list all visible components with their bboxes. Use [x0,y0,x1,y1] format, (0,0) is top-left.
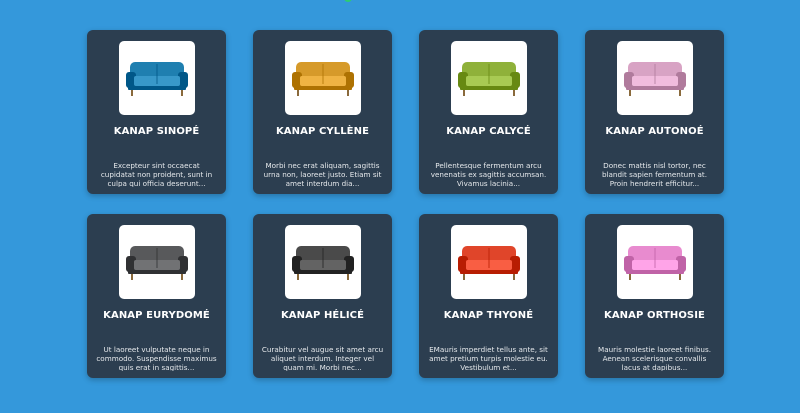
product-image [616,225,693,299]
product-description: Excepteur sint occaecat cupidatat non pr… [100,160,213,187]
page: KANAP SINOPÉ Excepteur sint occaecat cup… [0,0,800,413]
product-card[interactable]: KANAP THYONÉ EMauris imperdiet tellus an… [419,214,558,378]
product-card[interactable]: KANAP AUTONOÉ Donec mattis nisl tortor, … [585,30,724,194]
sofa-part [127,85,186,90]
product-card[interactable]: KANAP EURYDOMÉ Ut laoreet vulputate nequ… [87,214,226,378]
sofa-icon [288,240,358,284]
product-description: Mauris molestie laoreet finibus. Aenean … [598,344,711,371]
product-description: Morbi nec erat aliquam, sagittis urna no… [263,160,382,187]
sofa-icon [454,56,524,100]
product-name: KANAP THYONÉ [443,309,534,321]
sofa-illustration [125,245,188,280]
sofa-part [346,273,349,280]
sofa-part [678,89,681,96]
sofa-part [293,269,352,274]
sofa-part [346,89,349,96]
product-description: EMauris imperdiet tellus ante, sit amet … [429,344,548,371]
sofa-illustration [623,245,686,280]
sofa-illustration [457,61,520,96]
sofa-part [512,89,515,96]
sofa-part [459,269,518,274]
sofa-part [625,269,684,274]
sofa-icon [122,240,192,284]
product-description: Pellentesque fermentum arcu venenatis ex… [430,160,547,187]
sofa-part [512,273,515,280]
product-name: KANAP CALYCÉ [446,125,531,137]
product-card[interactable]: KANAP CYLLÈNE Morbi nec erat aliquam, sa… [253,30,392,194]
product-image [284,225,361,299]
product-image [616,41,693,115]
sofa-part [293,85,352,90]
sofa-part [628,273,631,280]
product-description: Curabitur vel augue sit amet arcu alique… [261,344,384,371]
product-card[interactable]: KANAP ORTHOSIE Mauris molestie laoreet f… [585,214,724,378]
sofa-part [180,89,183,96]
top-indicator [344,0,352,2]
product-image [118,225,195,299]
sofa-illustration [125,61,188,96]
sofa-icon [620,240,690,284]
sofa-illustration [291,245,354,280]
sofa-part [127,269,186,274]
sofa-part [459,85,518,90]
product-name: KANAP AUTONOÉ [605,125,704,137]
product-card[interactable]: KANAP HÉLICÉ Curabitur vel augue sit ame… [253,214,392,378]
product-description: Ut laoreet vulputate neque in commodo. S… [96,344,217,371]
sofa-part [296,273,299,280]
product-image [450,41,527,115]
sofa-icon [620,56,690,100]
sofa-illustration [623,61,686,96]
sofa-part [180,273,183,280]
sofa-icon [288,56,358,100]
sofa-part [130,89,133,96]
product-name: KANAP HÉLICÉ [280,309,365,321]
sofa-illustration [457,245,520,280]
sofa-part [678,273,681,280]
product-name: KANAP CYLLÈNE [275,125,370,137]
product-image [450,225,527,299]
sofa-part [628,89,631,96]
sofa-part [130,273,133,280]
product-card[interactable]: KANAP SINOPÉ Excepteur sint occaecat cup… [87,30,226,194]
sofa-icon [122,56,192,100]
sofa-part [625,85,684,90]
product-image [118,41,195,115]
sofa-part [296,89,299,96]
sofa-illustration [291,61,354,96]
product-name: KANAP SINOPÉ [113,125,200,137]
product-name: KANAP ORTHOSIE [603,309,705,321]
sofa-icon [454,240,524,284]
product-image [284,41,361,115]
product-grid: KANAP SINOPÉ Excepteur sint occaecat cup… [87,30,725,378]
product-name: KANAP EURYDOMÉ [103,309,210,321]
sofa-part [462,89,465,96]
product-card[interactable]: KANAP CALYCÉ Pellentesque fermentum arcu… [419,30,558,194]
sofa-part [462,273,465,280]
product-description: Donec mattis nisl tortor, nec blandit sa… [601,160,708,187]
